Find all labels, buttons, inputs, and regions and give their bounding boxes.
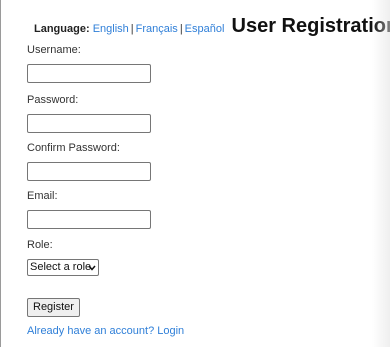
language-link-english[interactable]: English bbox=[93, 23, 129, 35]
chevron-down-icon bbox=[88, 260, 96, 275]
confirm-password-input[interactable] bbox=[27, 162, 151, 181]
role-select-value: Select a role bbox=[30, 261, 92, 273]
login-link[interactable]: Already have an account? Login bbox=[27, 324, 184, 338]
page-header: Language: English | Français | Español User … bbox=[34, 13, 390, 42]
language-label: Language: bbox=[34, 23, 90, 35]
language-link-spanish[interactable]: Español bbox=[185, 23, 225, 35]
language-link-french[interactable]: Français bbox=[136, 23, 178, 35]
username-input[interactable] bbox=[27, 64, 151, 83]
password-label: Password: bbox=[27, 94, 79, 106]
confirm-password-label: Confirm Password: bbox=[27, 142, 120, 154]
register-button[interactable]: Register bbox=[27, 298, 80, 317]
page-frame: Language: English | Français | Español User … bbox=[0, 0, 390, 347]
role-select[interactable]: Select a role bbox=[27, 259, 99, 276]
email-input[interactable] bbox=[27, 210, 151, 229]
language-separator: | bbox=[179, 23, 183, 35]
role-label: Role: bbox=[27, 239, 53, 251]
password-input[interactable] bbox=[27, 114, 151, 133]
username-label: Username: bbox=[27, 44, 81, 56]
email-label: Email: bbox=[27, 190, 58, 202]
language-separator: | bbox=[130, 23, 134, 35]
page-title: User Registration bbox=[231, 15, 390, 37]
